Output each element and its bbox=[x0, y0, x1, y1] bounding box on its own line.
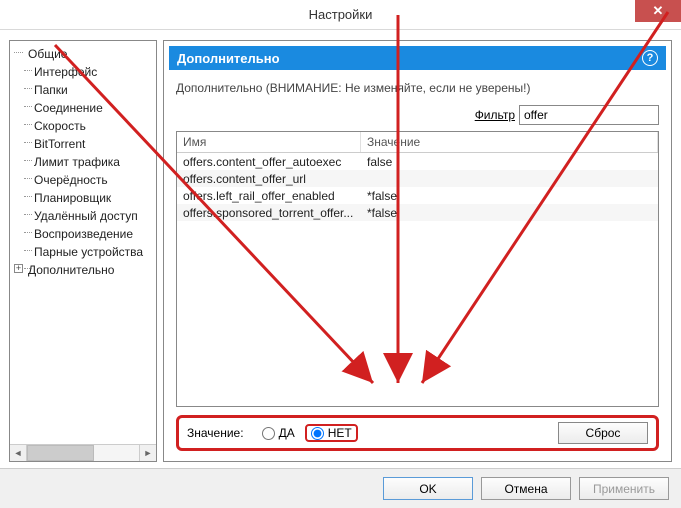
sidebar-item[interactable]: Планировщик bbox=[10, 189, 156, 207]
filter-label: Фильтр bbox=[475, 108, 515, 122]
cell-value: *false bbox=[361, 187, 658, 204]
section-header: Дополнительно ? bbox=[169, 46, 666, 70]
sidebar-item-label: Дополнительно bbox=[28, 263, 114, 277]
expand-icon[interactable]: + bbox=[14, 264, 23, 273]
dialog-footer: OK Отмена Применить bbox=[0, 468, 681, 508]
radio-no-highlight: НЕТ bbox=[305, 424, 358, 442]
sidebar-item[interactable]: Воспроизведение bbox=[10, 225, 156, 243]
value-label: Значение: bbox=[187, 426, 244, 440]
window-title: Настройки bbox=[309, 7, 373, 22]
column-header-name[interactable]: Имя bbox=[177, 132, 361, 152]
cell-name: offers.content_offer_autoexec bbox=[177, 153, 361, 170]
radio-yes-label: ДА bbox=[279, 426, 295, 440]
settings-table: Имя Значение offers.content_offer_autoex… bbox=[176, 131, 659, 407]
scroll-right-button[interactable]: ► bbox=[139, 445, 156, 461]
sidebar-item[interactable]: Парные устройства bbox=[10, 243, 156, 261]
scroll-left-button[interactable]: ◄ bbox=[10, 445, 27, 461]
cell-value bbox=[361, 170, 658, 187]
close-button[interactable]: ✕ bbox=[635, 0, 681, 22]
table-header: Имя Значение bbox=[177, 132, 658, 153]
sidebar-horizontal-scrollbar[interactable]: ◄ ► bbox=[10, 444, 156, 461]
cell-name: offers.left_rail_offer_enabled bbox=[177, 187, 361, 204]
title-bar: Настройки ✕ bbox=[0, 0, 681, 30]
cell-name: offers.content_offer_url bbox=[177, 170, 361, 187]
cell-value: false bbox=[361, 153, 658, 170]
sidebar-item-label: Папки bbox=[34, 83, 68, 97]
cell-value: *false bbox=[361, 204, 658, 221]
scroll-track[interactable] bbox=[27, 445, 139, 461]
filter-row: Фильтр bbox=[176, 105, 659, 125]
reset-button[interactable]: Сброс bbox=[558, 422, 648, 444]
sidebar-item-label: Скорость bbox=[34, 119, 86, 133]
radio-no-input[interactable] bbox=[311, 427, 324, 440]
warning-text: Дополнительно (ВНИМАНИЕ: Не изменяйте, е… bbox=[176, 81, 659, 95]
value-editor-row: Значение: ДА НЕТ Сброс bbox=[176, 415, 659, 451]
table-row[interactable]: offers.sponsored_torrent_offer...*false bbox=[177, 204, 658, 221]
sidebar-item-label: Планировщик bbox=[34, 191, 111, 205]
column-header-value[interactable]: Значение bbox=[361, 132, 658, 152]
sidebar-item-label: Воспроизведение bbox=[34, 227, 133, 241]
close-icon: ✕ bbox=[653, 3, 664, 19]
sidebar-item-label: Парные устройства bbox=[34, 245, 143, 259]
sidebar-item-label: Интерфейс bbox=[34, 65, 97, 79]
sidebar-item-label: Соединение bbox=[34, 101, 103, 115]
scroll-thumb[interactable] bbox=[27, 445, 94, 461]
cancel-button[interactable]: Отмена bbox=[481, 477, 571, 500]
radio-yes[interactable]: ДА bbox=[262, 426, 295, 440]
sidebar-item[interactable]: Интерфейс bbox=[10, 63, 156, 81]
help-icon[interactable]: ? bbox=[642, 50, 658, 66]
category-tree: Общие Интерфейс Папки Соединение Скорость Bit… bbox=[10, 43, 156, 444]
filter-input[interactable] bbox=[519, 105, 659, 125]
sidebar-item-label: BitTorrent bbox=[34, 137, 85, 151]
table-row[interactable]: offers.content_offer_url bbox=[177, 170, 658, 187]
sidebar-item[interactable]: Очерёдность bbox=[10, 171, 156, 189]
sidebar-item[interactable]: Скорость bbox=[10, 117, 156, 135]
sidebar-item[interactable]: BitTorrent bbox=[10, 135, 156, 153]
sidebar-item[interactable]: Папки bbox=[10, 81, 156, 99]
main-panel: Дополнительно ? Дополнительно (ВНИМАНИЕ:… bbox=[163, 40, 672, 462]
sidebar-item-label: Очерёдность bbox=[34, 173, 108, 187]
sidebar-item[interactable]: Удалённый доступ bbox=[10, 207, 156, 225]
apply-button[interactable]: Применить bbox=[579, 477, 669, 500]
section-title: Дополнительно bbox=[177, 51, 280, 66]
table-row[interactable]: offers.content_offer_autoexecfalse bbox=[177, 153, 658, 170]
sidebar-item[interactable]: Лимит трафика bbox=[10, 153, 156, 171]
ok-button[interactable]: OK bbox=[383, 477, 473, 500]
table-row[interactable]: offers.left_rail_offer_enabled*false bbox=[177, 187, 658, 204]
radio-no[interactable]: НЕТ bbox=[311, 426, 352, 440]
table-body: offers.content_offer_autoexecfalseoffers… bbox=[177, 153, 658, 406]
radio-yes-input[interactable] bbox=[262, 427, 275, 440]
radio-no-label: НЕТ bbox=[328, 426, 352, 440]
sidebar-item-label: Общие bbox=[28, 47, 67, 61]
category-sidebar: Общие Интерфейс Папки Соединение Скорость Bit… bbox=[9, 40, 157, 462]
cell-name: offers.sponsored_torrent_offer... bbox=[177, 204, 361, 221]
sidebar-item[interactable]: Общие bbox=[10, 45, 156, 63]
sidebar-item-label: Лимит трафика bbox=[34, 155, 120, 169]
sidebar-item[interactable]: Соединение bbox=[10, 99, 156, 117]
sidebar-item-label: Удалённый доступ bbox=[34, 209, 138, 223]
sidebar-item[interactable]: + Дополнительно bbox=[10, 261, 156, 279]
